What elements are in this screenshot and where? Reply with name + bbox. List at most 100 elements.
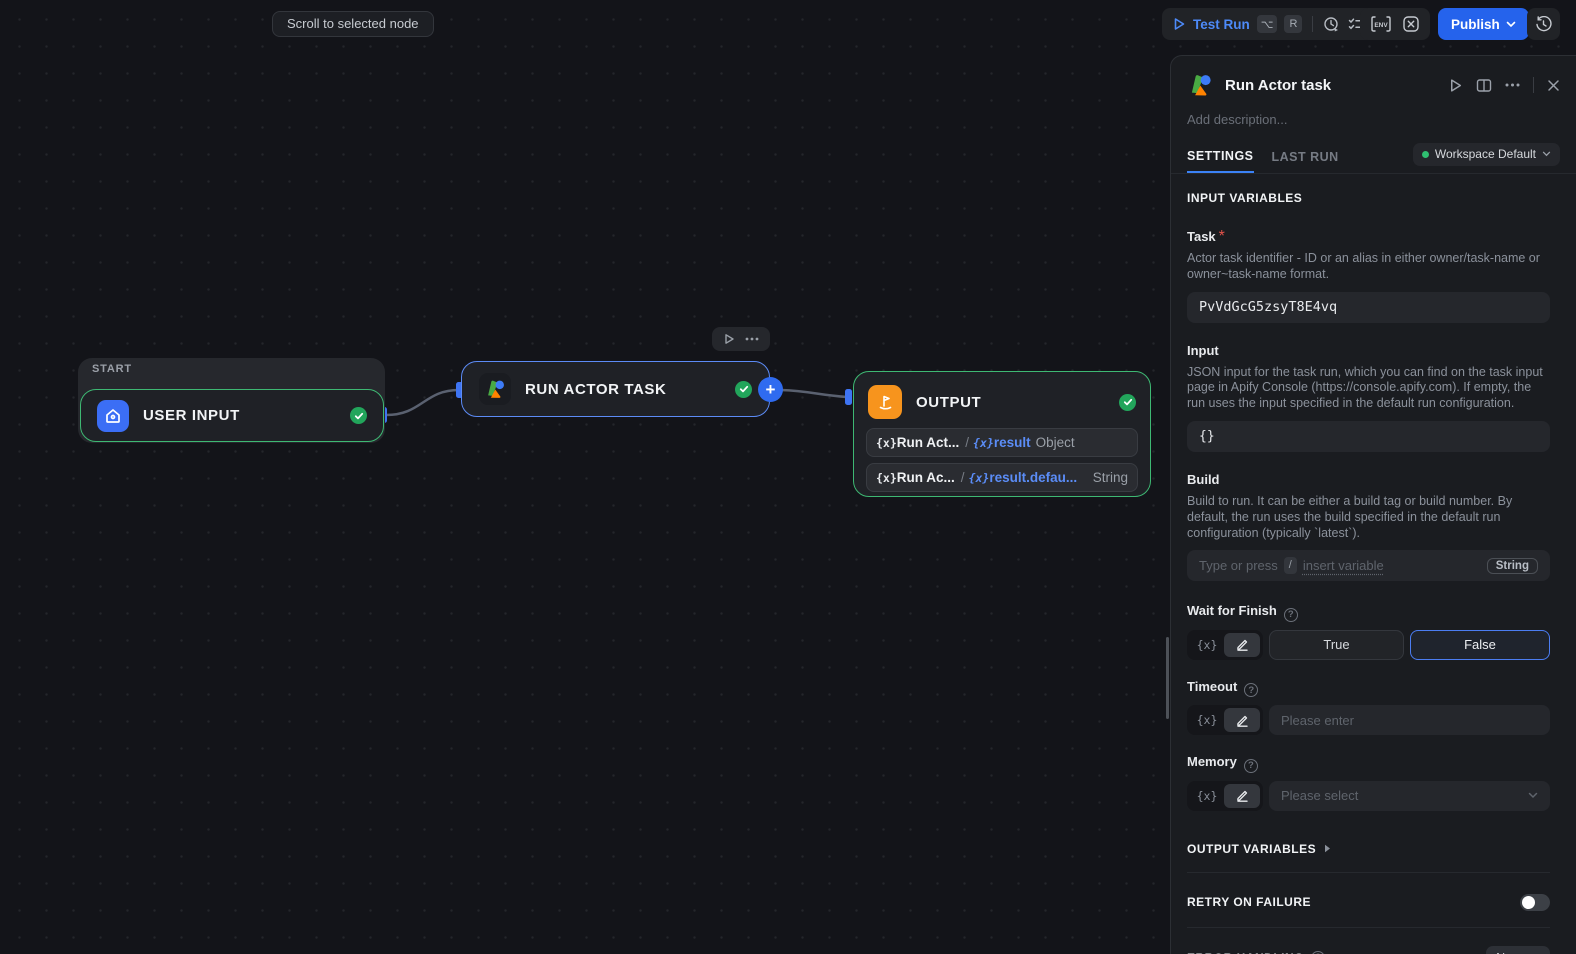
tab-last-run[interactable]: LAST RUN: [1272, 141, 1339, 173]
panel-more-icon[interactable]: [1505, 83, 1520, 87]
scheduled-run-icon[interactable]: [1323, 16, 1340, 33]
scroll-to-selected-node-button[interactable]: Scroll to selected node: [272, 11, 434, 37]
apify-icon: [1187, 72, 1213, 98]
input-description: JSON input for the task run, which you c…: [1187, 364, 1543, 411]
panel-title: Run Actor task: [1225, 76, 1332, 94]
help-icon[interactable]: ?: [1283, 607, 1298, 622]
manual-mode-button[interactable]: [1224, 632, 1260, 657]
expression-mode-button[interactable]: {x}: [1190, 789, 1224, 803]
toolbar-divider: [1312, 16, 1314, 32]
add-next-node-button[interactable]: +: [758, 377, 783, 402]
variable-fx-prefix: {x}: [973, 435, 994, 450]
flag-icon: [868, 385, 902, 419]
expression-mode-button[interactable]: {x}: [1190, 713, 1224, 727]
variable-fx-prefix: {x}: [876, 470, 897, 485]
env-variables-icon[interactable]: ENV: [1370, 15, 1392, 33]
retry-on-failure-toggle[interactable]: [1520, 893, 1550, 911]
variables-icon[interactable]: [1402, 15, 1420, 33]
user-input-node-title: USER INPUT: [143, 407, 240, 424]
build-placeholder: Type or press: [1199, 558, 1278, 574]
timeout-input[interactable]: [1269, 705, 1550, 736]
insert-variable-link[interactable]: insert variable: [1303, 558, 1384, 573]
workspace-selector[interactable]: Workspace Default: [1412, 142, 1560, 166]
run-actor-task-node[interactable]: RUN ACTOR TASK: [461, 361, 770, 417]
build-label: Build: [1187, 471, 1220, 487]
workflow-tools-group[interactable]: ENV: [1360, 8, 1430, 40]
slash-key-badge: /: [1283, 557, 1297, 575]
pencil-icon: [1236, 715, 1248, 727]
error-handling-select[interactable]: None: [1486, 945, 1550, 954]
node-settings-panel: Run Actor task Add description... SETTIN…: [1170, 55, 1576, 954]
timeout-mode-toggle[interactable]: {x}: [1187, 705, 1263, 736]
workspace-label: Workspace Default: [1434, 147, 1536, 161]
svg-text:ENV: ENV: [1374, 22, 1388, 29]
wait-for-finish-true-button[interactable]: True: [1269, 629, 1405, 660]
section-divider: [1187, 871, 1550, 873]
start-group-label: START: [92, 363, 132, 375]
output-node[interactable]: OUTPUT {x} Run Act... / {x} result Object …: [853, 371, 1151, 497]
run-step-button[interactable]: [1448, 78, 1463, 93]
pencil-icon: [1236, 791, 1248, 803]
publish-label: Publish: [1451, 16, 1500, 32]
node-more-icon[interactable]: [745, 337, 759, 341]
description-placeholder[interactable]: Add description...: [1171, 98, 1576, 127]
run-node-icon[interactable]: [723, 333, 735, 345]
memory-select[interactable]: Please select: [1269, 780, 1550, 811]
help-icon[interactable]: ?: [1244, 683, 1259, 698]
output-variable-row[interactable]: {x} Run Act... / {x} result Object: [866, 428, 1138, 457]
memory-label: Memory: [1187, 754, 1237, 770]
retry-on-failure-header: RETRY ON FAILURE: [1187, 895, 1312, 910]
open-in-split-view-button[interactable]: [1476, 78, 1492, 93]
output-variables-section-toggle[interactable]: OUTPUT VARIABLES: [1187, 842, 1550, 856]
input-variables-header: INPUT VARIABLES: [1187, 191, 1303, 205]
node-hover-toolbar[interactable]: [712, 327, 770, 351]
expression-mode-button[interactable]: {x}: [1190, 638, 1224, 652]
required-asterisk: *: [1218, 228, 1225, 245]
timeout-label: Timeout: [1187, 678, 1238, 694]
variable-fx-prefix: {x}: [968, 470, 990, 485]
chevron-down-icon: [1528, 793, 1538, 799]
test-run-play-icon[interactable]: [1172, 17, 1186, 31]
version-history-button[interactable]: [1527, 8, 1560, 40]
apify-icon: [479, 373, 511, 405]
memory-placeholder: Please select: [1281, 788, 1359, 804]
variable-source: Run Act...: [896, 435, 960, 450]
header-divider: [1533, 77, 1534, 93]
publish-button[interactable]: Publish: [1438, 8, 1529, 40]
section-divider: [1187, 926, 1550, 928]
variable-separator: /: [965, 435, 970, 450]
tab-settings[interactable]: SETTINGS: [1187, 141, 1254, 173]
help-icon[interactable]: ?: [1243, 758, 1258, 773]
input-label: Input: [1187, 342, 1219, 358]
output-variable-row[interactable]: {x} Run Ac... / {x} result.defau... String: [866, 463, 1138, 492]
test-run-toolbar[interactable]: Test Run ⌥ R: [1162, 8, 1375, 40]
variable-source: Run Ac...: [896, 470, 955, 485]
manual-mode-button[interactable]: [1224, 783, 1260, 808]
wait-for-finish-label: Wait for Finish: [1187, 603, 1277, 619]
variable-name: result: [993, 435, 1031, 450]
test-run-button[interactable]: Test Run: [1193, 17, 1250, 32]
output-node-title: OUTPUT: [916, 393, 982, 411]
user-input-node[interactable]: USER INPUT: [80, 389, 384, 442]
r-key-badge: R: [1284, 15, 1303, 33]
manual-mode-button[interactable]: [1224, 708, 1260, 733]
build-input[interactable]: Type or press / insert variable String: [1187, 550, 1550, 582]
wait-for-finish-false-button[interactable]: False: [1410, 629, 1550, 660]
variable-type: Object: [1035, 435, 1075, 450]
option-key-badge: ⌥: [1256, 15, 1278, 33]
task-input[interactable]: PvVdGcG5zsyT8E4vq: [1187, 291, 1550, 323]
variable-type: String: [1092, 470, 1128, 485]
memory-mode-toggle[interactable]: {x}: [1187, 780, 1263, 811]
close-icon[interactable]: [1547, 79, 1560, 92]
run-actor-task-node-title: RUN ACTOR TASK: [525, 380, 667, 398]
wait-for-finish-mode-toggle[interactable]: {x}: [1187, 629, 1263, 660]
output-input-handle: [845, 389, 852, 405]
chevron-right-icon: [1325, 845, 1331, 853]
variable-name: result.defau...: [989, 470, 1078, 485]
toggle-knob: [1522, 895, 1535, 909]
task-description: Actor task identifier - ID or an alias i…: [1187, 251, 1540, 281]
chevron-down-icon: [1506, 21, 1516, 27]
panel-scrollbar[interactable]: [1166, 637, 1169, 719]
workspace-status-dot: [1421, 150, 1429, 158]
input-json-input[interactable]: {}: [1187, 420, 1550, 452]
